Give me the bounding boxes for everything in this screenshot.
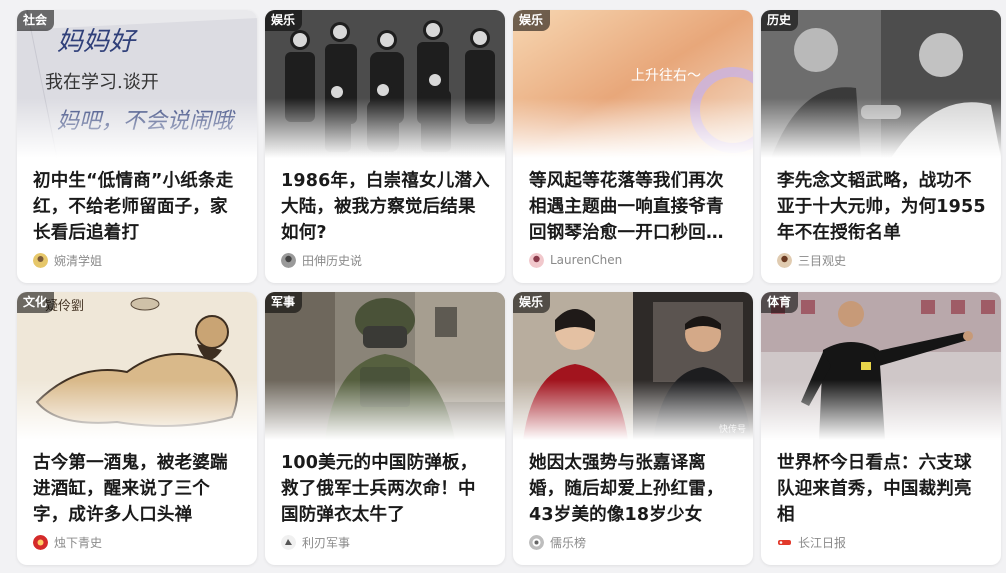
category-badge: 娱乐 — [265, 10, 303, 31]
category-badge: 社会 — [17, 10, 55, 31]
referee-photo-image — [761, 292, 1001, 440]
author-info[interactable]: 儒乐榜 — [529, 534, 586, 550]
author-name: 儒乐榜 — [550, 535, 587, 550]
author-avatar — [33, 252, 48, 268]
card-thumbnail[interactable]: 文化 疑伶劉 — [17, 292, 257, 440]
music-video-image: 上升往右～ — [513, 10, 753, 158]
card-title[interactable]: 世界杯今日看点：六支球队迎来首秀，中国裁判亮相 — [777, 450, 989, 528]
card-thumbnail[interactable]: 历史 — [761, 10, 1001, 158]
card-thumbnail[interactable]: 娱乐 — [265, 10, 505, 158]
author-name: 长江日报 — [798, 535, 847, 550]
category-badge: 文化 — [17, 292, 55, 313]
video-overlay-text: 上升往右～ — [631, 68, 701, 84]
video-watermark: 快传号 — [719, 423, 746, 435]
author-avatar — [529, 252, 544, 268]
card-thumbnail[interactable]: 娱乐 上升往右～ — [513, 10, 753, 158]
news-feed-grid: 社会 妈妈好 我在学习.谈开 妈吧，不会说闹哦 初中生“低情商”小纸条走红，不给… — [0, 0, 1006, 573]
author-info[interactable]: 长江日报 — [777, 534, 846, 550]
news-card[interactable]: 历史 李先念文韬武略，战功不亚于十大元帅，为何1955年不在授衔名单 三目观史 — [761, 10, 1001, 283]
author-avatar — [33, 534, 48, 550]
card-thumbnail[interactable]: 娱乐 快传号 — [513, 292, 753, 440]
ink-painting-image: 疑伶劉 — [17, 292, 257, 440]
card-title[interactable]: 古今第一酒鬼，被老婆踹进酒缸，醒来说了三个字，成许多人口头禅 — [33, 450, 245, 528]
category-badge: 体育 — [761, 292, 799, 313]
author-info[interactable]: LaurenChen — [529, 252, 622, 268]
news-card[interactable]: 社会 妈妈好 我在学习.谈开 妈吧，不会说闹哦 初中生“低情商”小纸条走红，不给… — [17, 10, 257, 283]
note-line-2: 我在学习.谈开 — [45, 72, 159, 93]
author-name: 婉清学姐 — [54, 253, 103, 268]
category-badge: 娱乐 — [513, 10, 551, 31]
news-card[interactable]: 娱乐 上升往右～ 等风起等花落等我们再次相遇主题曲一响直接爷青回钢琴治愈一开口秒… — [513, 10, 753, 283]
author-name: 烛下青史 — [54, 535, 103, 550]
historical-photo-image — [761, 10, 1001, 158]
card-title[interactable]: 李先念文韬武略，战功不亚于十大元帅，为何1955年不在授衔名单 — [777, 168, 989, 246]
category-badge: 历史 — [761, 10, 799, 31]
author-avatar — [281, 252, 296, 268]
author-info[interactable]: 婉清学姐 — [33, 252, 102, 268]
card-title[interactable]: 1986年，白崇禧女儿潜入大陆，被我方察觉后结果如何? — [281, 168, 493, 246]
author-name: 利刃军事 — [302, 535, 351, 550]
author-avatar — [777, 252, 792, 268]
news-card[interactable]: 军事 100美元的中国防弹板，救了俄军士兵两次命！中国防弹衣太牛了 利刃军事 — [265, 292, 505, 565]
note-line-1: 妈妈好 — [57, 27, 138, 57]
card-title[interactable]: 初中生“低情商”小纸条走红，不给老师留面子，家长看后追着打 — [33, 168, 245, 246]
author-info[interactable]: 三目观史 — [777, 252, 846, 268]
author-info[interactable]: 利刃军事 — [281, 534, 350, 550]
author-name: 田伸历史说 — [302, 253, 363, 268]
card-thumbnail[interactable]: 体育 — [761, 292, 1001, 440]
author-info[interactable]: 田伸历史说 — [281, 252, 362, 268]
news-card[interactable]: 体育 世界杯今日看点：六支球队迎来首秀，中国裁判亮相 长江日报 — [761, 292, 1001, 565]
card-title[interactable]: 等风起等花落等我们再次相遇主题曲一响直接爷青回钢琴治愈一开口秒回… — [529, 168, 741, 246]
card-title[interactable]: 100美元的中国防弹板，救了俄军士兵两次命！中国防弹衣太牛了 — [281, 450, 493, 528]
author-info[interactable]: 烛下青史 — [33, 534, 102, 550]
category-badge: 娱乐 — [513, 292, 551, 313]
tv-drama-still-image: 快传号 — [513, 292, 753, 440]
soldier-photo-image — [265, 292, 505, 440]
author-name: LaurenChen — [550, 253, 623, 267]
note-line-3: 妈吧，不会说闹哦 — [57, 109, 236, 134]
author-name: 三目观史 — [798, 253, 847, 268]
news-card[interactable]: 娱乐 1986年，白崇禧女儿潜入大陆，被我方察觉后结果如何? 田伸历史说 — [265, 10, 505, 283]
author-avatar — [777, 535, 792, 550]
card-title[interactable]: 她因太强势与张嘉译离婚，随后却爱上孙红雷，43岁美的像18岁少女 — [529, 450, 741, 528]
news-card[interactable]: 娱乐 快传号 她因太强势与张嘉译离婚，随后却爱上孙红雷，43岁美的像18岁少女 … — [513, 292, 753, 565]
card-thumbnail[interactable]: 社会 妈妈好 我在学习.谈开 妈吧，不会说闹哦 — [17, 10, 257, 158]
author-avatar — [529, 534, 544, 550]
handwritten-note-image: 妈妈好 我在学习.谈开 妈吧，不会说闹哦 — [17, 10, 257, 158]
card-thumbnail[interactable]: 军事 — [265, 292, 505, 440]
author-avatar — [281, 534, 296, 550]
family-photo-image — [265, 10, 505, 158]
category-badge: 军事 — [265, 292, 303, 313]
news-card[interactable]: 文化 疑伶劉 古今第一酒鬼，被老婆踹进酒缸，醒来说了三个字，成许多人口头禅 烛下… — [17, 292, 257, 565]
